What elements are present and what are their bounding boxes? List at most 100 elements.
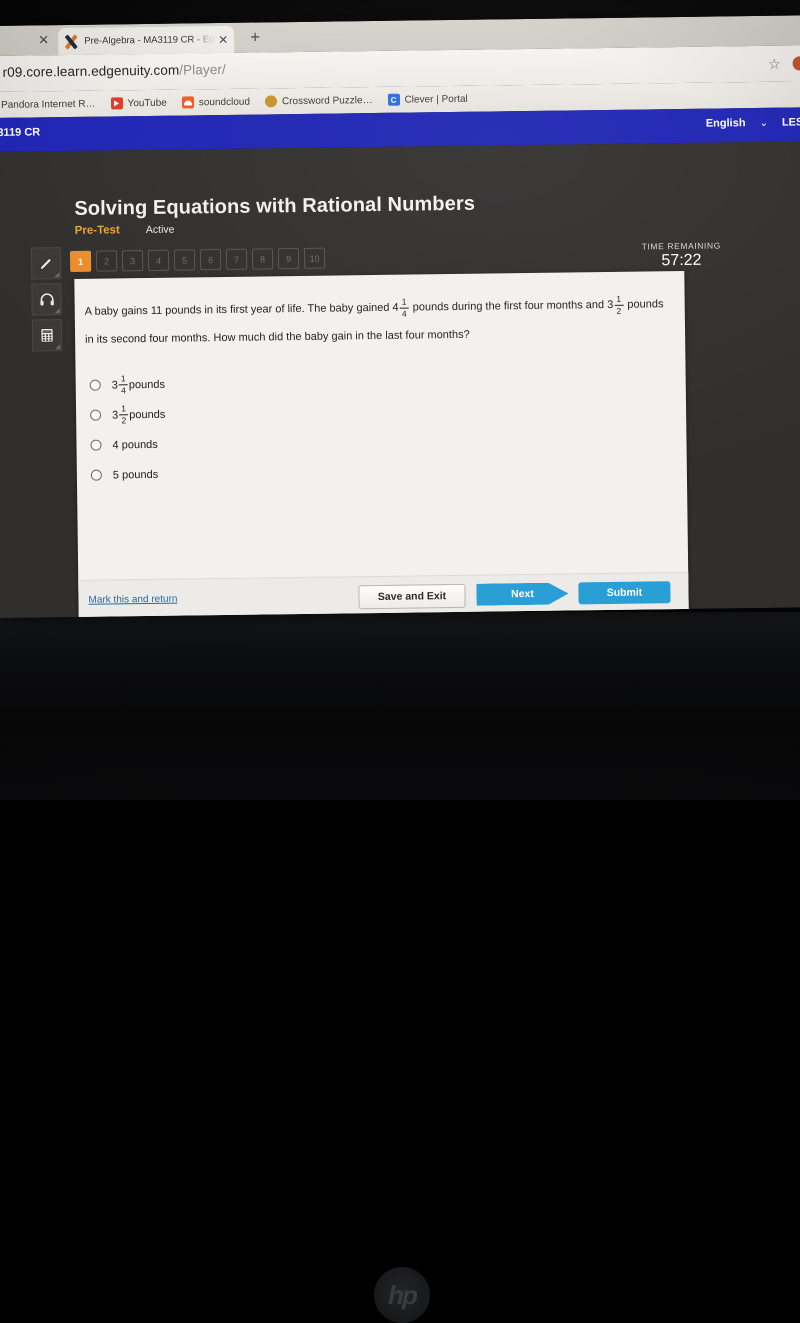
pager-item-9[interactable]: 9 [278, 248, 299, 269]
edgenuity-x-icon [64, 34, 78, 48]
url-host: r09.core.learn.edgenuity.com [3, 63, 180, 80]
chevron-down-icon[interactable]: ⌄ [759, 117, 768, 128]
bookmark-soundcloud[interactable]: soundcloud [182, 96, 250, 109]
question-part-2: pounds during the first four months and [413, 299, 605, 314]
language-label[interactable]: English [706, 117, 746, 130]
pager-item-5[interactable]: 5 [174, 249, 195, 270]
save-and-exit-button[interactable]: Save and Exit [358, 584, 465, 609]
pager-item-8[interactable]: 8 [252, 248, 273, 269]
whole-part: 3 [112, 409, 118, 421]
course-code-label: 3119 CR [0, 126, 40, 139]
radio-button[interactable] [90, 410, 101, 421]
pager-item-6[interactable]: 6 [200, 249, 221, 270]
denominator: 2 [616, 306, 621, 315]
submit-button[interactable]: Submit [578, 581, 670, 604]
pager-item-1[interactable]: 1 [70, 251, 91, 272]
denominator: 2 [121, 416, 126, 425]
answer-option[interactable]: 3 1 4 pounds [90, 373, 166, 397]
time-remaining-value: 57:22 [642, 251, 721, 270]
crossword-icon [265, 95, 277, 107]
calculator-tool[interactable] [32, 319, 62, 351]
calculator-icon [39, 327, 55, 343]
mixed-number-4-and-1-4: 4 1 4 [392, 294, 409, 322]
mark-this-and-return-link[interactable]: Mark this and return [88, 594, 177, 606]
page-title: Solving Equations with Rational Numbers [74, 193, 475, 221]
fraction: 1 4 [400, 297, 409, 318]
radio-button[interactable] [90, 440, 101, 451]
pager-item-7[interactable]: 7 [226, 249, 247, 270]
option-value: 3 1 2 [112, 404, 129, 425]
tab-close-icon[interactable]: ✕ [218, 32, 228, 46]
fraction: 1 2 [614, 294, 623, 315]
time-remaining-label: TIME REMAINING [642, 240, 721, 251]
highlighter-tool[interactable] [31, 247, 61, 279]
bookmark-youtube[interactable]: YouTube [110, 97, 166, 110]
bookmark-label: YouTube [127, 97, 166, 109]
headphones-icon [38, 291, 55, 308]
mixed-number-3-and-1-2: 3 1 2 [607, 291, 624, 319]
answer-option[interactable]: 3 1 2 pounds [90, 403, 166, 427]
option-value: 5 pounds [113, 468, 158, 481]
url-path: /Player/ [179, 62, 226, 78]
browser-tab-title: Pre-Algebra - MA3119 CR - Edge [84, 34, 215, 47]
tool-rail [31, 247, 62, 355]
question-part-1: A baby gains 11 pounds in its first year… [85, 302, 390, 318]
fraction: 1 2 [119, 404, 128, 425]
radio-button[interactable] [90, 380, 101, 391]
pager-item-3[interactable]: 3 [122, 250, 143, 271]
bookmark-label: Clever | Portal [404, 93, 467, 105]
next-button[interactable]: Next [476, 583, 568, 606]
pencil-icon [38, 255, 55, 272]
window-close-icon[interactable]: ✕ [38, 33, 49, 46]
denominator: 4 [402, 309, 407, 318]
assignment-type-label: Pre-Test [75, 224, 120, 237]
photograph-of-laptop: hp ✕ Pre-Algebra - MA3119 CR - Edge ✕ + … [0, 0, 800, 800]
bookmark-clever[interactable]: C Clever | Portal [387, 93, 467, 106]
numerator: 1 [121, 374, 126, 383]
answer-option[interactable]: 4 pounds [90, 433, 166, 457]
fraction: 1 4 [119, 374, 128, 395]
radio-button[interactable] [91, 470, 102, 481]
whole-part: 3 [607, 291, 613, 319]
laptop-bezel: hp [0, 612, 800, 800]
answer-options: 3 1 4 pounds 3 [90, 373, 167, 494]
lesson-subheader: Pre-Test Active [75, 224, 175, 237]
option-unit: pounds [129, 408, 165, 420]
option-value: 4 pounds [112, 438, 157, 451]
status-badge: Active [146, 224, 175, 236]
pager-item-10[interactable]: 10 [304, 248, 325, 269]
option-value: 3 1 4 [112, 374, 129, 395]
pager-item-2[interactable]: 2 [96, 250, 117, 271]
address-bar-url: r09.core.learn.edgenuity.com/Player/ [3, 62, 226, 80]
new-tab-icon[interactable]: + [250, 28, 260, 45]
question-pager: 1 2 3 4 5 6 7 8 9 10 [70, 248, 325, 272]
bookmark-crossword[interactable]: Crossword Puzzle… [265, 94, 373, 107]
question-card: A baby gains 11 pounds in its first year… [74, 271, 688, 618]
hp-logo: hp [374, 1267, 430, 1323]
numerator: 1 [121, 404, 126, 413]
youtube-icon [110, 97, 122, 109]
answer-option[interactable]: 5 pounds [91, 463, 167, 487]
laptop-screen: ✕ Pre-Algebra - MA3119 CR - Edge ✕ + r09… [0, 15, 800, 618]
bookmark-label: Pandora Internet R… [1, 98, 96, 110]
bookmark-pandora[interactable]: Pandora Internet R… [1, 98, 96, 111]
browser-tab[interactable]: Pre-Algebra - MA3119 CR - Edge ✕ [58, 26, 234, 55]
soundcloud-icon [182, 96, 194, 108]
audio-tool[interactable] [31, 283, 61, 315]
app-bar-right-group: English ⌄ LES [706, 116, 800, 129]
time-remaining: TIME REMAINING 57:22 [642, 240, 722, 270]
bookmark-star-icon[interactable]: ☆ [768, 56, 781, 73]
question-text: A baby gains 11 pounds in its first year… [85, 290, 676, 354]
bookmark-label: Crossword Puzzle… [282, 95, 373, 107]
option-unit: pounds [129, 378, 165, 390]
bookmark-label: soundcloud [199, 96, 250, 108]
whole-part: 3 [112, 379, 118, 391]
lesson-menu-label[interactable]: LES [782, 116, 800, 128]
whole-part: 4 [392, 294, 398, 322]
pager-item-4[interactable]: 4 [148, 250, 169, 271]
clever-icon: C [387, 94, 399, 106]
denominator: 4 [121, 386, 126, 395]
numerator: 1 [402, 297, 407, 306]
numerator: 1 [616, 294, 621, 303]
profile-avatar[interactable] [792, 56, 800, 70]
